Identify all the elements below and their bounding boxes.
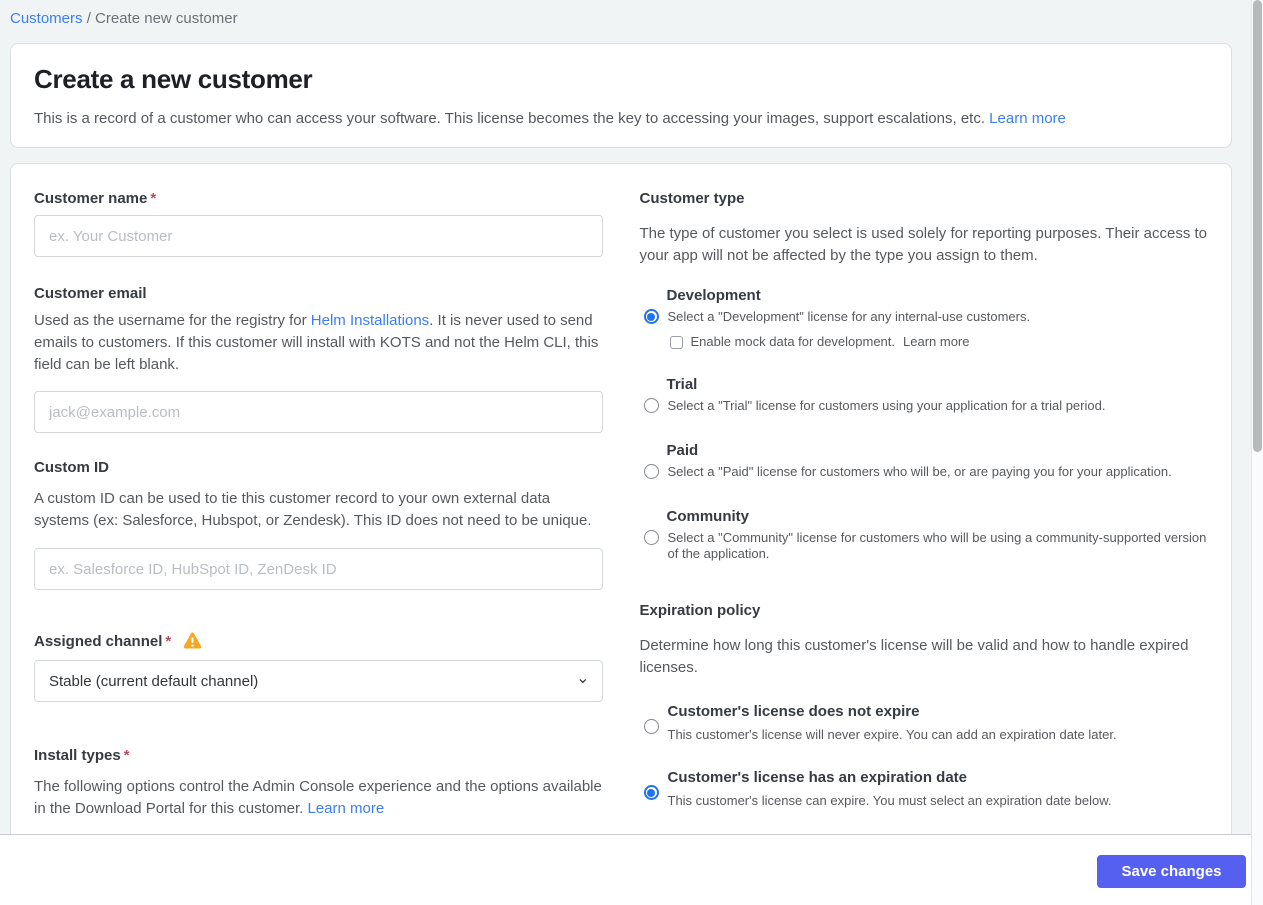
customer-type-heading: Customer type bbox=[639, 190, 745, 207]
no-expire-option-label: Customer's license does not expire bbox=[667, 703, 920, 720]
community-option-description: Select a "Community" license for custome… bbox=[667, 530, 1207, 561]
install-types-description: The following options control the Admin … bbox=[34, 776, 603, 820]
community-option-label: Community bbox=[666, 508, 750, 525]
required-asterisk: * bbox=[165, 633, 172, 650]
has-expiration-option-label: Customer's license has an expiration dat… bbox=[667, 769, 968, 786]
helm-installations-link[interactable]: Helm Installations bbox=[311, 312, 429, 329]
customer-type-option-trial: Trial Select a "Trial" license for custo… bbox=[640, 376, 1209, 414]
page-title: Create a new customer bbox=[34, 64, 313, 94]
customer-name-label-text: Customer name bbox=[34, 190, 148, 207]
page-description-text: This is a record of a customer who can a… bbox=[34, 110, 985, 127]
install-types-learn-more-link[interactable]: Learn more bbox=[307, 800, 384, 817]
header-learn-more-link[interactable]: Learn more bbox=[989, 110, 1066, 127]
customer-type-option-development: Development Select a "Development" licen… bbox=[640, 287, 1209, 350]
assigned-channel-label-text: Assigned channel bbox=[34, 633, 163, 650]
breadcrumb-customers-link[interactable]: Customers bbox=[10, 10, 83, 27]
save-changes-button[interactable]: Save changes bbox=[1097, 855, 1246, 888]
customer-type-option-community: Community Select a "Community" license f… bbox=[640, 508, 1209, 562]
license-has-expiration-radio[interactable] bbox=[643, 785, 659, 800]
expiration-option-no-expire: Customer's license does not expire This … bbox=[640, 703, 1209, 743]
community-radio[interactable] bbox=[643, 530, 659, 545]
customer-email-description: Used as the username for the registry fo… bbox=[34, 310, 603, 376]
mock-data-checkbox-label: Enable mock data for development. bbox=[690, 334, 896, 349]
paid-option-description: Select a "Paid" license for customers wh… bbox=[667, 464, 1172, 479]
required-asterisk: * bbox=[150, 190, 157, 207]
expiration-option-has-date: Customer's license has an expiration dat… bbox=[640, 769, 1209, 809]
assigned-channel-label: Assigned channel * bbox=[34, 632, 603, 650]
development-radio[interactable] bbox=[643, 309, 659, 324]
customer-type-option-paid: Paid Select a "Paid" license for custome… bbox=[640, 442, 1209, 480]
mock-data-row: Enable mock data for development. Learn … bbox=[669, 334, 1209, 350]
customer-type-description: The type of customer you select is used … bbox=[639, 225, 1208, 264]
scrollbar-track[interactable] bbox=[1251, 0, 1263, 905]
custom-id-description: A custom ID can be used to tie this cust… bbox=[34, 490, 592, 529]
customer-name-label: Customer name * bbox=[34, 190, 603, 207]
install-types-label: Install types * bbox=[34, 747, 603, 764]
custom-id-label: Custom ID bbox=[34, 459, 109, 476]
assigned-channel-select[interactable]: Stable (current default channel) bbox=[34, 660, 603, 702]
required-asterisk: * bbox=[123, 747, 130, 764]
email-desc-before: Used as the username for the registry fo… bbox=[34, 312, 311, 329]
paid-radio[interactable] bbox=[643, 464, 659, 479]
expiration-policy-description: Determine how long this customer's licen… bbox=[639, 637, 1189, 676]
breadcrumb: Customers / Create new customer bbox=[10, 10, 238, 27]
has-expiration-option-description: This customer's license can expire. You … bbox=[667, 793, 1112, 808]
mock-data-checkbox[interactable] bbox=[669, 335, 683, 349]
form-right-column: Customer type The type of customer you s… bbox=[640, 190, 1209, 820]
development-option-label: Development bbox=[666, 287, 761, 304]
development-option-description: Select a "Development" license for any i… bbox=[667, 309, 1031, 324]
license-does-not-expire-radio[interactable] bbox=[643, 719, 659, 734]
install-types-label-text: Install types bbox=[34, 747, 121, 764]
page-description: This is a record of a customer who can a… bbox=[34, 110, 1208, 127]
trial-radio[interactable] bbox=[643, 398, 659, 413]
form-left-column: Customer name* Customer email Used as th… bbox=[34, 190, 603, 820]
scrollbar-thumb[interactable] bbox=[1253, 0, 1262, 452]
customer-email-label: Customer email bbox=[34, 285, 147, 302]
trial-option-label: Trial bbox=[666, 376, 698, 393]
paid-option-label: Paid bbox=[666, 442, 699, 459]
mock-data-learn-more-link[interactable]: Learn more bbox=[903, 334, 969, 350]
no-expire-option-description: This customer's license will never expir… bbox=[667, 727, 1117, 742]
customer-email-input[interactable] bbox=[34, 391, 603, 433]
form-card: Customer name* Customer email Used as th… bbox=[10, 163, 1232, 863]
breadcrumb-current: Create new customer bbox=[95, 10, 238, 27]
header-card: Create a new customer This is a record o… bbox=[10, 43, 1232, 148]
warning-triangle-icon[interactable] bbox=[183, 632, 202, 649]
expiration-policy-heading: Expiration policy bbox=[639, 602, 761, 619]
footer-action-bar: Save changes bbox=[0, 834, 1263, 905]
breadcrumb-separator: / bbox=[86, 10, 96, 27]
trial-option-description: Select a "Trial" license for customers u… bbox=[667, 398, 1106, 413]
custom-id-input[interactable] bbox=[34, 548, 603, 590]
customer-name-input[interactable] bbox=[34, 215, 603, 257]
